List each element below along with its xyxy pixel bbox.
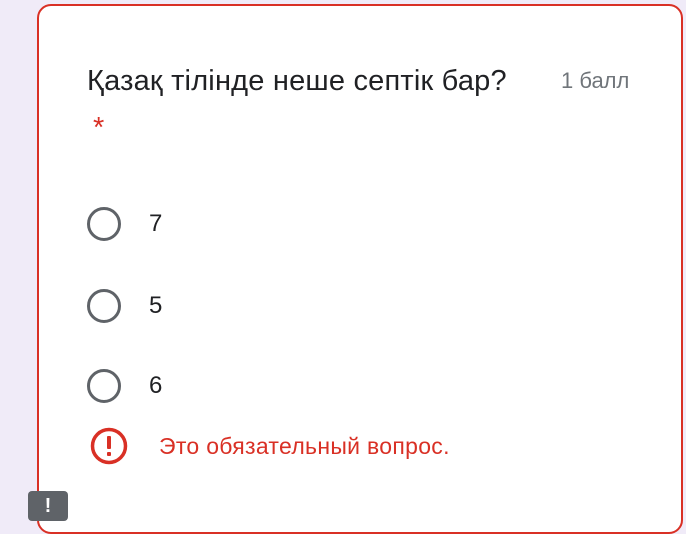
option-6[interactable]: 6 [87,365,162,407]
radio-button[interactable] [87,207,121,241]
option-7[interactable]: 7 [87,203,162,245]
question-text: Қазақ тілінде неше септік бар? [87,65,507,97]
radio-button[interactable] [87,369,121,403]
option-5[interactable]: 5 [87,285,162,327]
required-error: Это обязательный вопрос. [89,426,450,466]
question-title: Қазақ тілінде неше септік бар? * [87,58,507,152]
error-message: Это обязательный вопрос. [159,432,450,459]
points-label: 1 балл [561,68,630,93]
alert-badge-icon: ! [28,491,68,521]
error-icon [90,427,128,465]
question-card: Қазақ тілінде неше септік бар? * 1 балл 7… [37,4,683,534]
option-label: 7 [149,210,163,237]
required-asterisk: * [93,112,105,144]
option-label: 6 [149,372,163,399]
radio-button[interactable] [87,289,121,323]
option-label: 5 [149,292,163,319]
